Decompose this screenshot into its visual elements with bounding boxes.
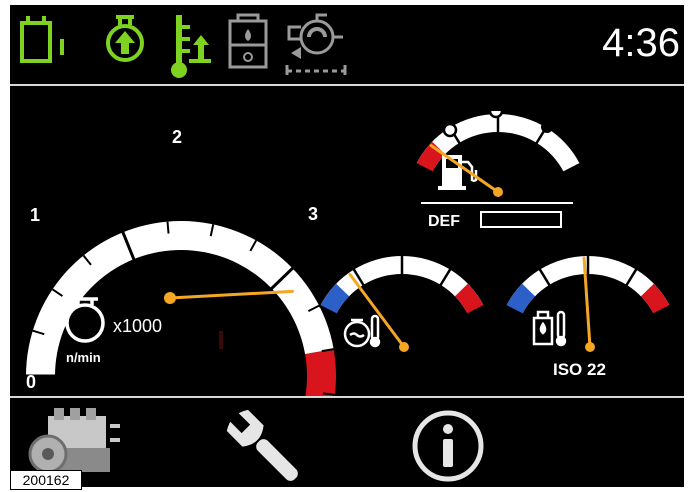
coolant-needle-hub [399,342,409,352]
fuel-water-separator-icon [228,13,268,69]
tach-needle-hub [164,292,176,304]
info-button[interactable] [408,407,490,487]
battery-charge-icon [20,16,64,63]
def-needle-hub [493,187,503,197]
def-zone-half-marker [488,103,504,119]
hydraulic-oil-temp-icon [532,310,567,347]
coolant-temp-icon [343,314,381,348]
engine-icon [28,408,120,474]
coolant-temp-gauge [318,255,486,352]
tachometer-gauge: 0 1 2 3 x1000 n/min [24,127,336,396]
def-label: DEF [428,213,460,230]
def-divider [421,202,573,204]
tach-tick-label-3: 3 [308,204,318,224]
tach-unit-scale: x1000 [113,316,162,336]
gauge-panel: 0 1 2 3 x1000 n/min DEF ISO 22 [24,103,672,396]
def-zone-empty-marker [442,122,458,138]
def-needle [429,144,500,194]
display-screen: 4:36 0 1 2 3 x1000 n/min DEF ISO 22 [10,5,684,487]
tach-tick-label-2: 2 [172,127,182,147]
bottom-divider [10,396,684,398]
def-gauge: DEF [414,103,582,230]
hydraulic-oil-label: ISO 22 [553,360,606,379]
separator-mark [219,331,223,349]
coolant-temp-rising-icon [171,15,211,78]
def-zone-full-marker [541,121,553,133]
tach-needle [168,289,295,300]
info-icon [412,410,484,482]
wrench-icon [226,409,298,481]
image-id-label: 200162 [10,470,82,490]
oil-pressure-icon [106,15,144,62]
tach-tick-label-1: 1 [30,205,40,225]
hydraulic-oil-needle-hub [585,342,595,352]
tach-tick [166,221,170,234]
clock-display: 4:36 [602,21,680,65]
def-level-bar [480,211,562,228]
tach-red-band [305,349,336,396]
service-button[interactable] [220,405,310,487]
tach-unit-label: n/min [66,350,101,365]
turbo-boost-icon [285,13,347,75]
hydraulic-oil-temp-gauge: ISO 22 [504,255,672,379]
tach-tick-label-0: 0 [26,372,36,392]
